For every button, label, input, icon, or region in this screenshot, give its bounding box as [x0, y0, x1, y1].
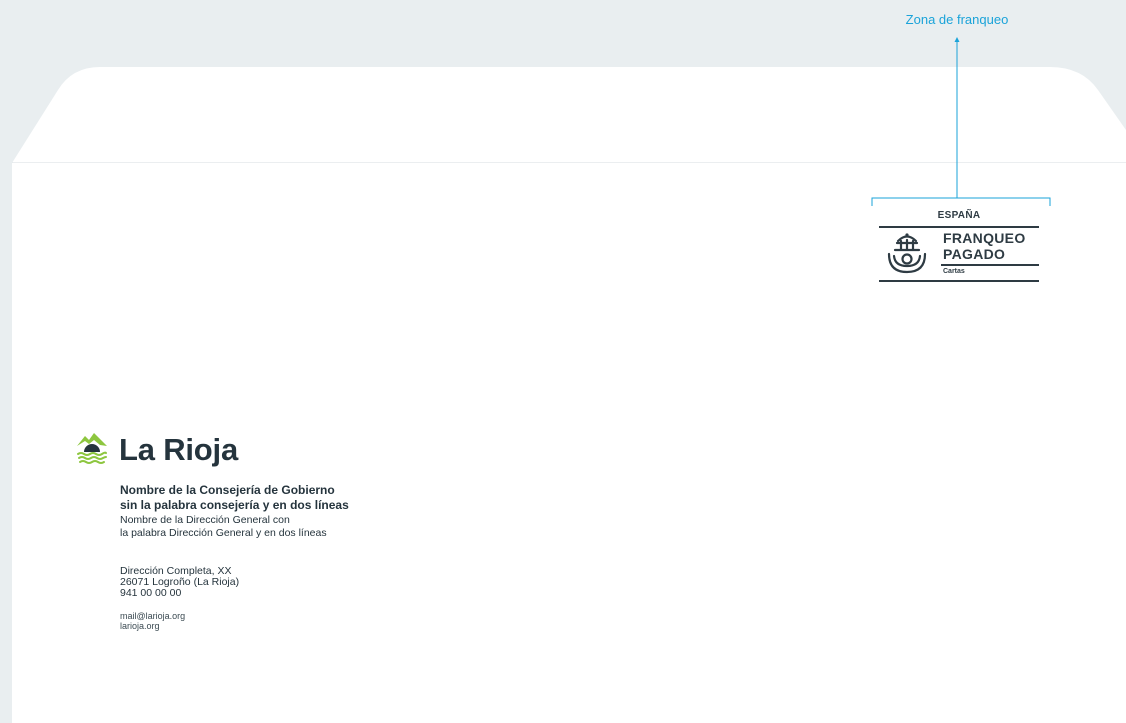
- direccion-general-line2: la palabra Dirección General y en dos lí…: [120, 527, 327, 539]
- postage-paid-stamp: ESPAÑA FRANQUEO PAGADO Cartas: [879, 210, 1039, 283]
- stamp-country: ESPAÑA: [937, 210, 981, 221]
- website: larioja.org: [120, 621, 160, 631]
- consejeria-line1: Nombre de la Consejería de Gobierno: [120, 483, 335, 497]
- mountains-sun-water-icon: [77, 433, 107, 464]
- stamp-line1: FRANQUEO: [943, 230, 1026, 246]
- direccion-general-line1: Nombre de la Dirección General con: [120, 514, 290, 526]
- contact-block: mail@larioja.org larioja.org: [120, 611, 185, 631]
- consejeria-block: Nombre de la Consejería de Gobierno sin …: [120, 483, 349, 513]
- postage-zone-indicator: [871, 37, 1051, 206]
- stamp-divider-bottom: [879, 280, 1039, 282]
- direccion-general-block: Nombre de la Dirección General con la pa…: [120, 514, 327, 540]
- stamp-divider-inner: [941, 264, 1039, 266]
- post-horn-crown-icon: [887, 233, 927, 274]
- email: mail@larioja.org: [120, 611, 186, 621]
- stamp-category: Cartas: [943, 268, 965, 275]
- phone: 941 00 00 00: [120, 587, 182, 599]
- consejeria-line2: sin la palabra consejería y en dos línea…: [120, 498, 349, 512]
- address-block: Dirección Completa, XX 26071 Logroño (La…: [120, 566, 239, 599]
- stamp-line2: PAGADO: [943, 246, 1006, 262]
- stamp-divider-top: [879, 226, 1039, 228]
- logo-name: La Rioja: [119, 432, 238, 467]
